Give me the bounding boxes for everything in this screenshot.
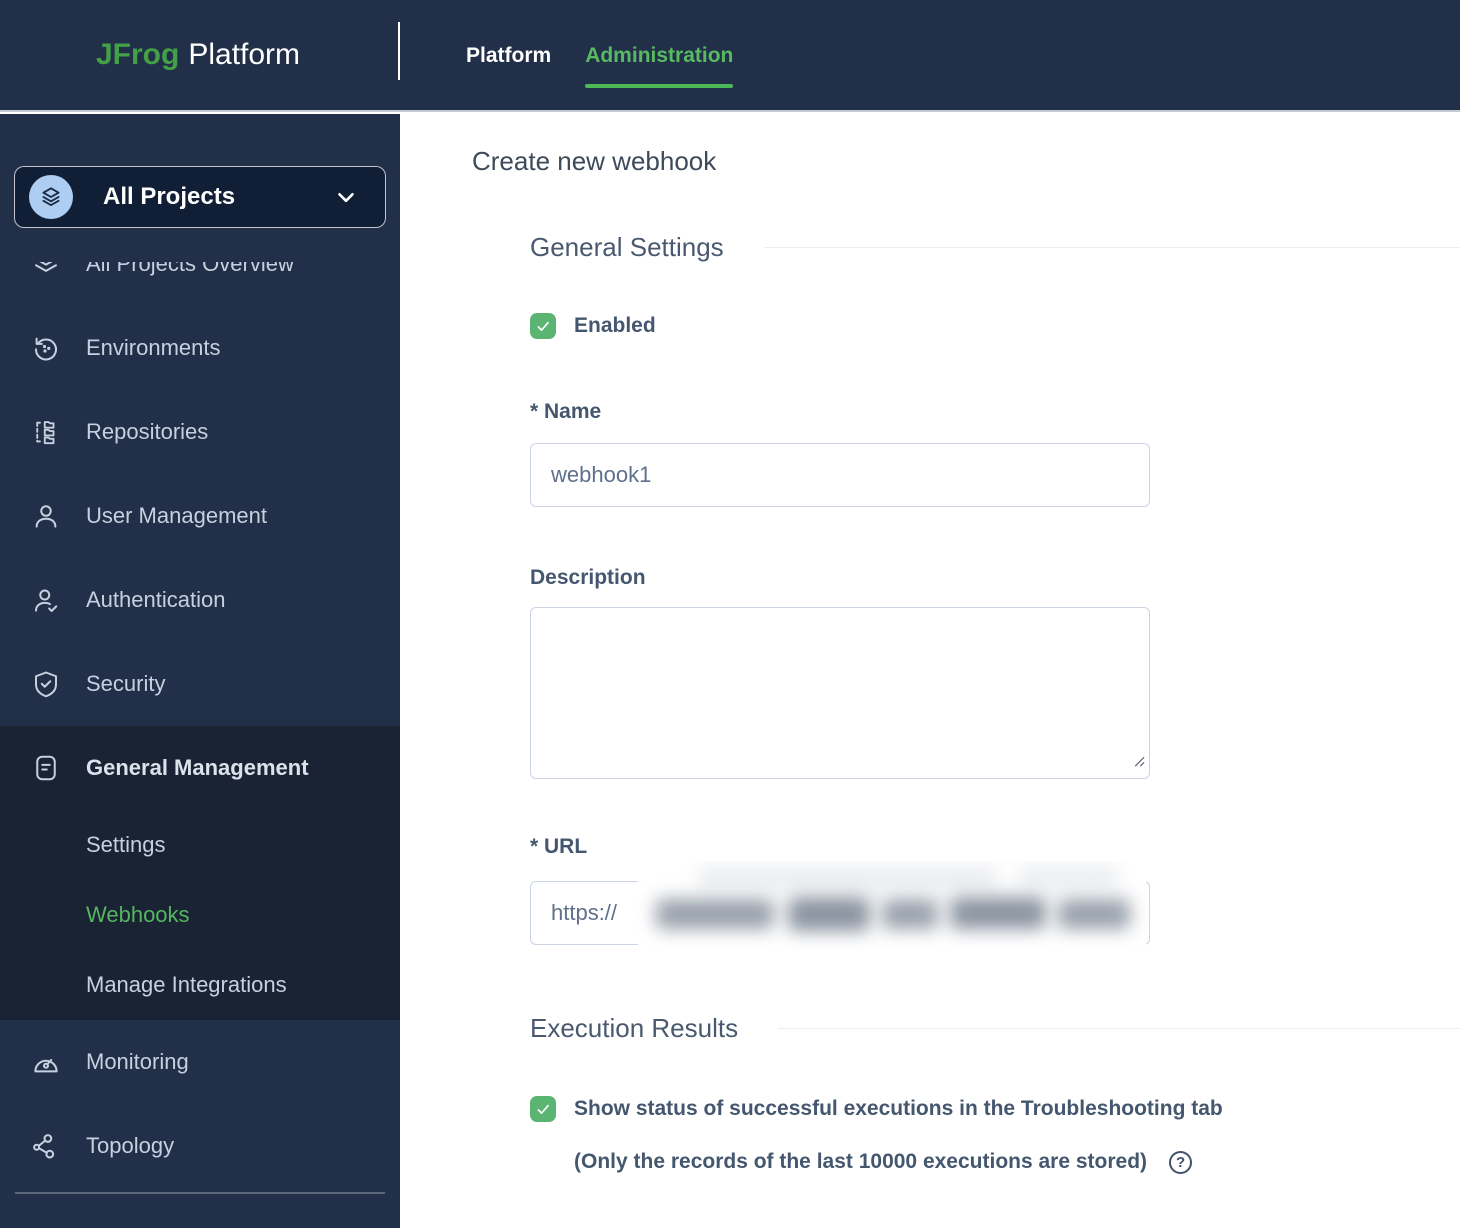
project-selector-button[interactable]: All Projects — [14, 166, 386, 228]
logo-brand-text: JFrog — [96, 38, 179, 72]
url-label: * URL — [530, 835, 1460, 859]
sidebar-divider — [15, 1192, 385, 1194]
header-tabs: Platform Administration — [400, 0, 733, 110]
sidebar-item-authentication[interactable]: Authentication — [0, 558, 400, 642]
execution-results-section-header: Execution Results — [530, 1013, 1460, 1044]
sidebar-item-manage-integrations[interactable]: Manage Integrations — [0, 950, 400, 1020]
general-management-section: General Management Settings Webhooks Man… — [0, 726, 400, 1020]
redacted-url-blur — [638, 861, 1146, 961]
show-status-checkbox[interactable] — [530, 1096, 556, 1122]
help-icon[interactable]: ? — [1169, 1151, 1192, 1174]
projects-layers-icon — [29, 175, 73, 219]
sidebar-item-all-projects-overview[interactable]: All Projects Overview — [0, 262, 400, 306]
admin-sidebar: All Projects All Projects Overview — [0, 114, 400, 1228]
network-icon — [30, 1131, 62, 1161]
webhook-form: General Settings Enabled * Name Descript… — [530, 232, 1460, 1174]
sidebar-item-settings[interactable]: Settings — [0, 810, 400, 880]
tab-administration[interactable]: Administration — [585, 0, 733, 112]
name-label: * Name — [530, 400, 1460, 424]
sidebar-nav: All Projects Overview Environments R — [0, 262, 400, 1228]
environments-cycle-icon — [30, 333, 62, 363]
sidebar-item-topology[interactable]: Topology — [0, 1104, 400, 1188]
sidebar-item-general-management[interactable]: General Management — [0, 726, 400, 810]
overview-layers-icon — [30, 262, 62, 279]
resize-handle-icon[interactable] — [1132, 754, 1145, 772]
executions-note-row: (Only the records of the last 10000 exec… — [574, 1150, 1460, 1174]
section-divider-line — [764, 247, 1460, 248]
description-label: Description — [530, 566, 1460, 590]
document-icon — [30, 753, 62, 783]
sidebar-item-repositories[interactable]: Repositories — [0, 390, 400, 474]
shield-check-icon — [30, 669, 62, 699]
enabled-checkbox[interactable] — [530, 313, 556, 339]
project-selector-label: All Projects — [103, 183, 333, 211]
sidebar-item-environments[interactable]: Environments — [0, 306, 400, 390]
executions-note: (Only the records of the last 10000 exec… — [574, 1150, 1147, 1174]
page-title: Create new webhook — [472, 146, 1460, 177]
main-content: Create new webhook General Settings Enab… — [400, 114, 1460, 1228]
section-divider-line — [778, 1028, 1460, 1029]
jfrog-logo: JFrog Platform — [0, 0, 400, 110]
logo-product-text: Platform — [188, 38, 300, 72]
description-textarea[interactable] — [530, 607, 1150, 779]
name-input[interactable] — [530, 443, 1150, 507]
user-check-icon — [30, 585, 62, 615]
sidebar-item-user-management[interactable]: User Management — [0, 474, 400, 558]
enabled-label: Enabled — [574, 314, 656, 338]
general-settings-section-header: General Settings — [530, 232, 1460, 263]
show-status-label: Show status of successful executions in … — [574, 1097, 1223, 1121]
sidebar-item-webhooks[interactable]: Webhooks — [0, 880, 400, 950]
description-field-wrap — [530, 607, 1150, 779]
url-field-wrap — [530, 881, 1150, 945]
enabled-row: Enabled — [530, 313, 1460, 339]
repositories-icon — [30, 417, 62, 447]
user-icon — [30, 501, 62, 531]
gauge-icon — [30, 1047, 62, 1077]
show-status-row: Show status of successful executions in … — [530, 1096, 1460, 1122]
general-settings-title: General Settings — [530, 232, 724, 263]
sidebar-item-monitoring[interactable]: Monitoring — [0, 1020, 400, 1104]
chevron-down-icon — [333, 184, 359, 210]
execution-results-title: Execution Results — [530, 1013, 738, 1044]
top-header: JFrog Platform Platform Administration — [0, 0, 1460, 112]
tab-platform[interactable]: Platform — [466, 0, 551, 112]
sidebar-item-security[interactable]: Security — [0, 642, 400, 726]
